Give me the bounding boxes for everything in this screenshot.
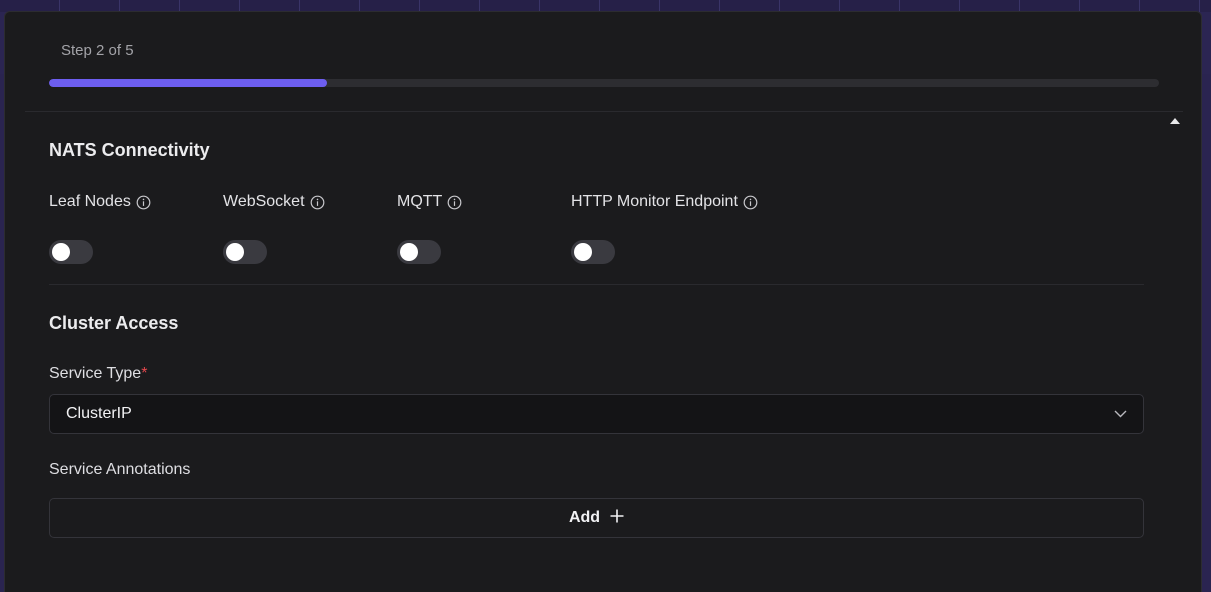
header-divider [25, 111, 1183, 112]
toggle-group-http-monitor-endpoint: HTTP Monitor Endpoint [571, 191, 758, 264]
add-button-label: Add [568, 509, 601, 526]
service-type-value: ClusterIP [66, 405, 132, 422]
section-title-cluster-access: Cluster Access [49, 313, 179, 333]
section-title-nats-connectivity: NATS Connectivity [49, 140, 210, 160]
info-icon[interactable] [310, 195, 325, 210]
toggle-label: HTTP Monitor Endpoint [571, 193, 738, 210]
info-icon[interactable] [447, 195, 462, 210]
toggle-label-row: WebSocket [223, 191, 325, 213]
toggle-label: WebSocket [223, 193, 305, 210]
progress-bar-fill [49, 79, 327, 87]
toggle-label-row: MQTT [397, 191, 462, 213]
service-type-select[interactable]: ClusterIP [49, 394, 1144, 434]
scroll-up-icon[interactable] [1169, 116, 1181, 126]
toggle-label-row: HTTP Monitor Endpoint [571, 191, 758, 213]
toggle-knob [226, 243, 244, 261]
service-type-label: Service Type* [49, 365, 147, 383]
progress-bar [49, 79, 1159, 87]
info-icon[interactable] [743, 195, 758, 210]
toggle-label: MQTT [397, 193, 443, 210]
service-type-label-text: Service Type [49, 365, 142, 382]
step-indicator: Step 2 of 5 [61, 42, 134, 59]
toggle-knob [574, 243, 592, 261]
add-annotation-button[interactable]: Add [49, 498, 1144, 538]
toggle-knob [400, 243, 418, 261]
toggle-group-mqtt: MQTT [397, 191, 462, 264]
toggle-knob [52, 243, 70, 261]
toggle-label-row: Leaf Nodes [49, 191, 151, 213]
plus-icon [610, 509, 624, 528]
service-annotations-label: Service Annotations [49, 461, 191, 478]
mqtt-toggle[interactable] [397, 240, 441, 264]
info-icon[interactable] [136, 195, 151, 210]
section-divider [49, 284, 1144, 285]
chevron-down-icon [1114, 410, 1127, 418]
wizard-modal: Step 2 of 5 NATS Connectivity Leaf Nodes… [4, 11, 1202, 592]
toggle-label: Leaf Nodes [49, 193, 131, 210]
required-marker: * [141, 365, 148, 382]
toggle-group-websocket: WebSocket [223, 191, 325, 264]
toggle-group-leaf-nodes: Leaf Nodes [49, 191, 151, 264]
leaf-nodes-toggle[interactable] [49, 240, 93, 264]
http-monitor-endpoint-toggle[interactable] [571, 240, 615, 264]
websocket-toggle[interactable] [223, 240, 267, 264]
